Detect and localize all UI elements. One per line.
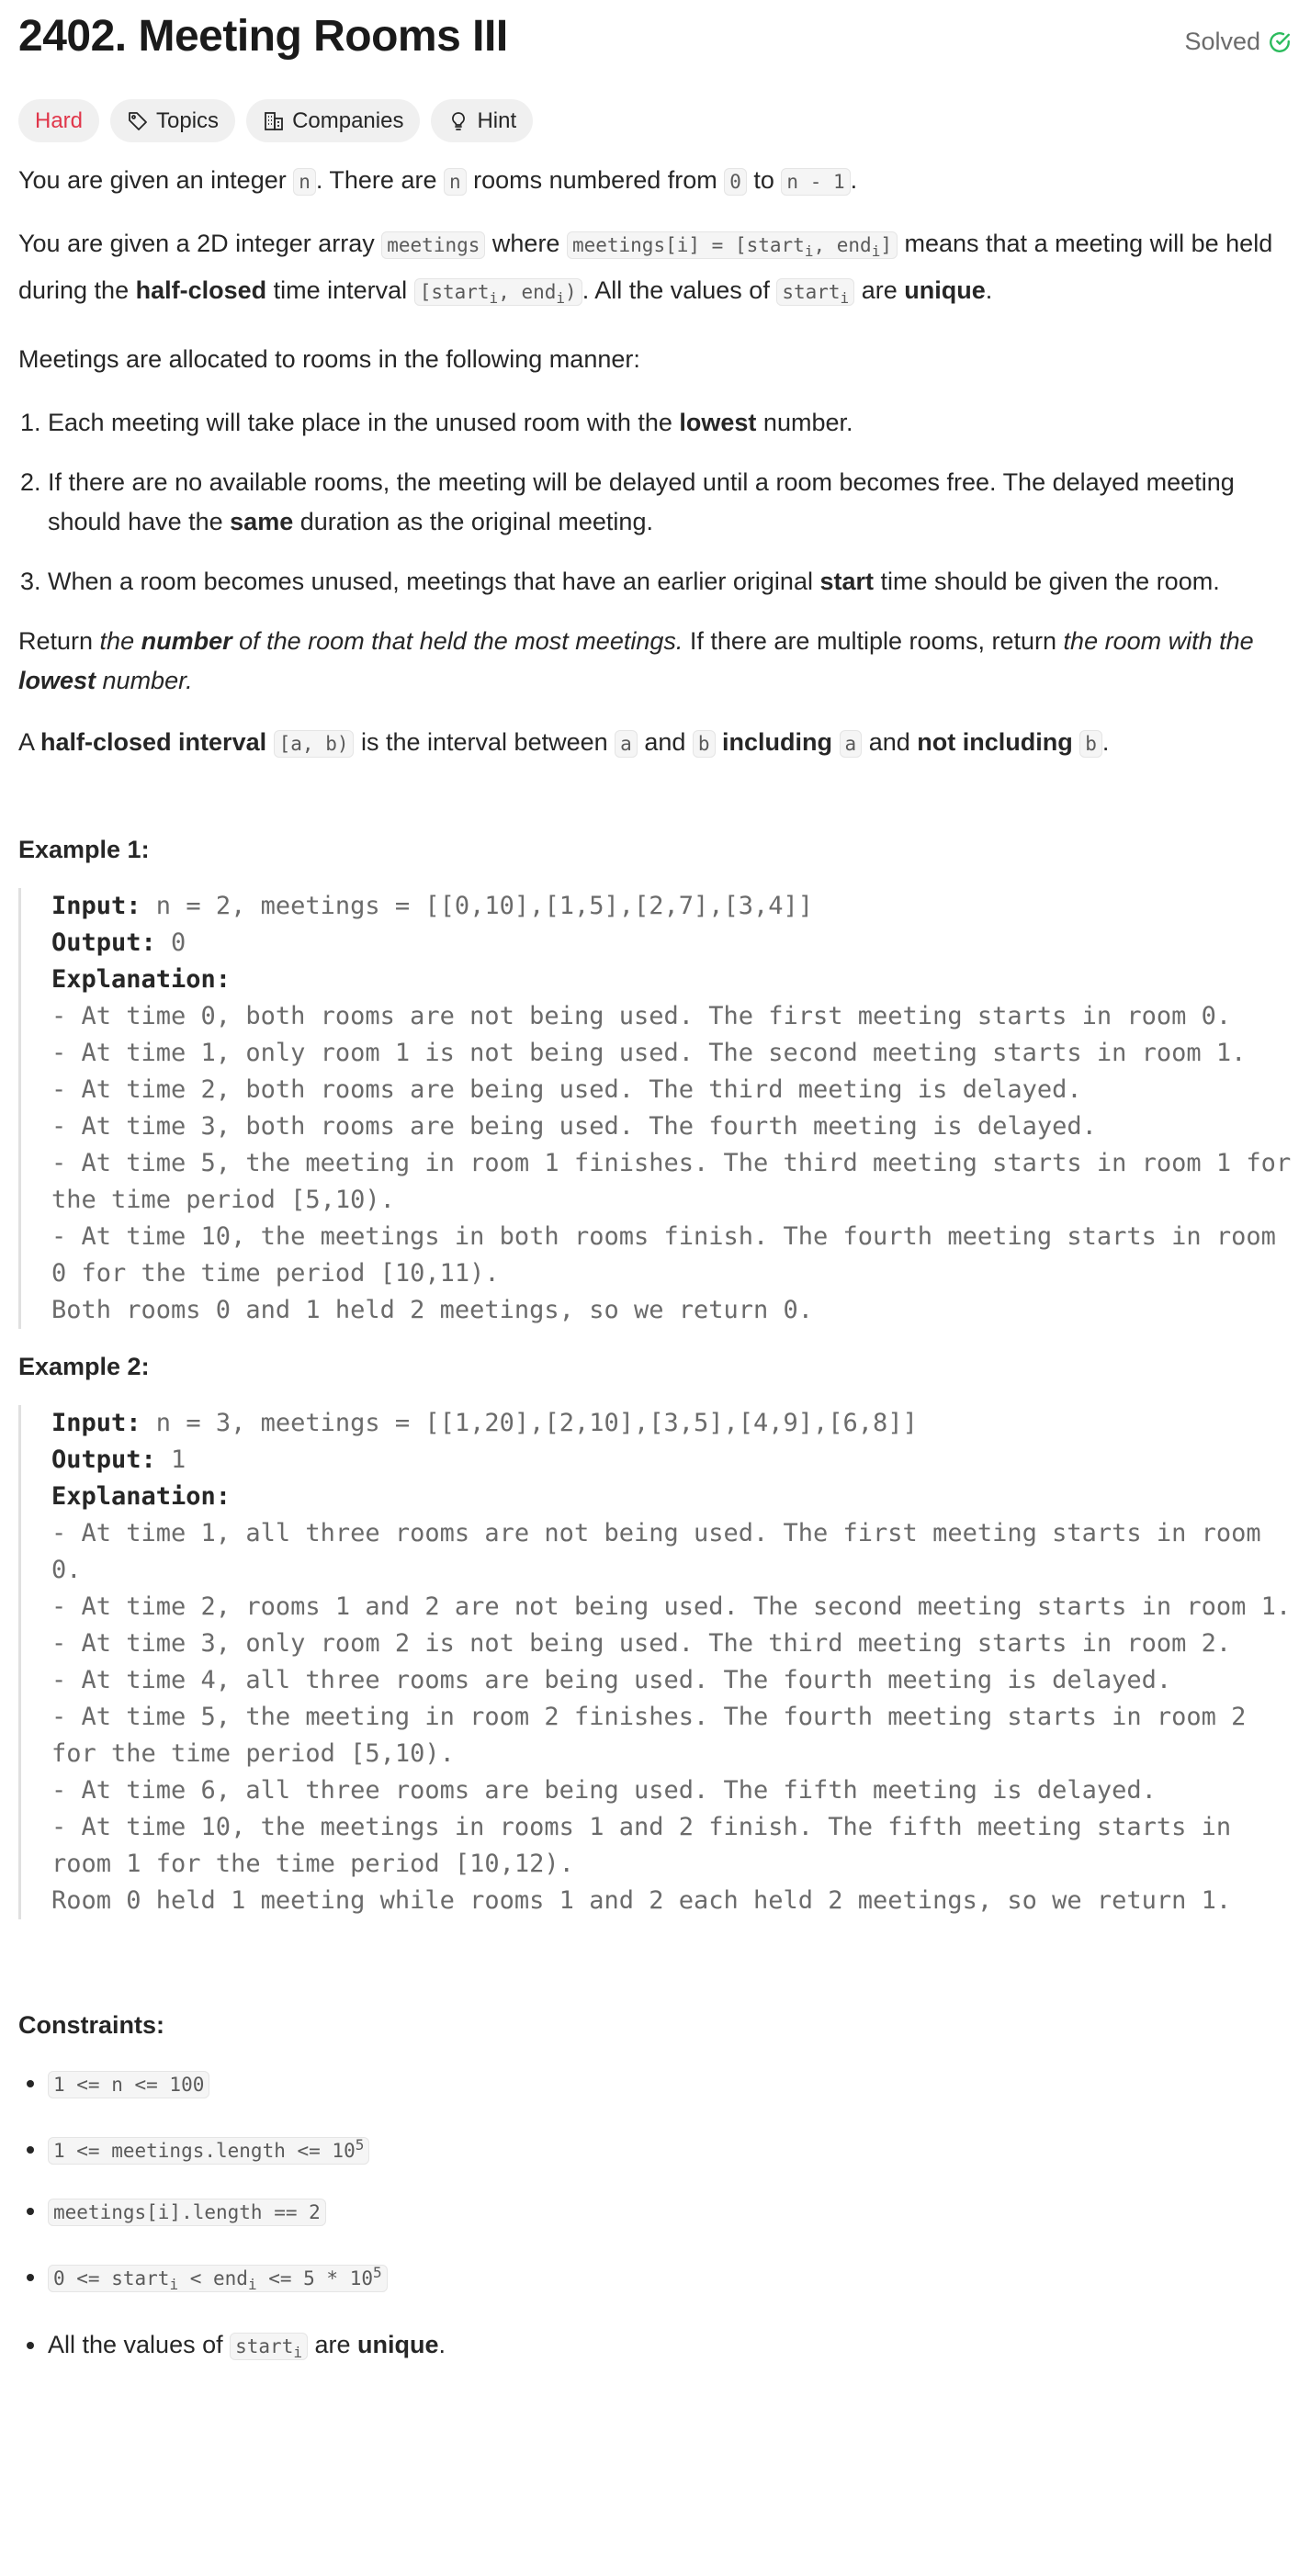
hint-button[interactable]: Hint — [431, 99, 534, 142]
problem-tags: Hard Topics Companies Hint — [18, 99, 534, 142]
constraint-item: meetings[i].length == 2 — [48, 2191, 1292, 2233]
problem-page: 2402. Meeting Rooms III Solved Hard Topi… — [18, 0, 1292, 2361]
description-paragraph-4: Return the number of the room that held … — [18, 627, 1254, 695]
topics-label: Topics — [156, 107, 220, 133]
check-circle-icon — [1270, 31, 1290, 52]
description-paragraph-2: You are given a 2D integer array meeting… — [18, 230, 1273, 308]
description-paragraph-3: Meetings are allocated to rooms in the f… — [18, 345, 640, 374]
constraint-item: All the values of starti are unique. — [48, 2325, 1292, 2372]
solved-label: Solved — [1184, 28, 1260, 55]
constraint-item: 1 <= meetings.length <= 105 — [48, 2125, 1292, 2171]
lightbulb-icon — [452, 111, 466, 130]
description-paragraph-1: You are given an integer n. There are n … — [18, 166, 858, 196]
solved-status: Solved — [1184, 28, 1292, 56]
rule-item: If there are no available rooms, the mee… — [48, 463, 1292, 542]
rule-item: Each meeting will take place in the unus… — [48, 403, 1292, 443]
description-paragraph-5: A half-closed interval [a, b) is the int… — [18, 728, 1110, 759]
example-1-heading: Example 1: — [18, 836, 150, 864]
topics-button[interactable]: Topics — [110, 99, 236, 142]
hint-label: Hint — [477, 107, 517, 133]
constraint-item: 1 <= n <= 100 — [48, 2064, 1292, 2105]
example-2-block: Input: n = 3, meetings = [[1,20],[2,10],… — [18, 1405, 1292, 1920]
example-1-block: Input: n = 2, meetings = [[0,10],[1,5],[… — [18, 888, 1292, 1330]
problem-description: You are given an integer n. There are n … — [18, 161, 1292, 2392]
allocation-rules-list: Each meeting will take place in the unus… — [18, 403, 1292, 602]
tag-icon — [129, 111, 147, 130]
problem-header: 2402. Meeting Rooms III Solved — [18, 0, 1292, 87]
companies-button[interactable]: Companies — [246, 99, 421, 142]
problem-title: 2402. Meeting Rooms III — [18, 12, 508, 61]
building-icon — [265, 111, 283, 130]
rule-item: When a room becomes unused, meetings tha… — [48, 562, 1292, 602]
example-2-heading: Example 2: — [18, 1353, 150, 1381]
companies-label: Companies — [292, 107, 404, 133]
constraints-list: 1 <= n <= 100 1 <= meetings.length <= 10… — [18, 2064, 1292, 2371]
constraints-heading: Constraints: — [18, 2011, 165, 2040]
constraint-item: 0 <= starti < endi <= 5 * 105 — [48, 2253, 1292, 2304]
difficulty-badge: Hard — [18, 99, 100, 142]
